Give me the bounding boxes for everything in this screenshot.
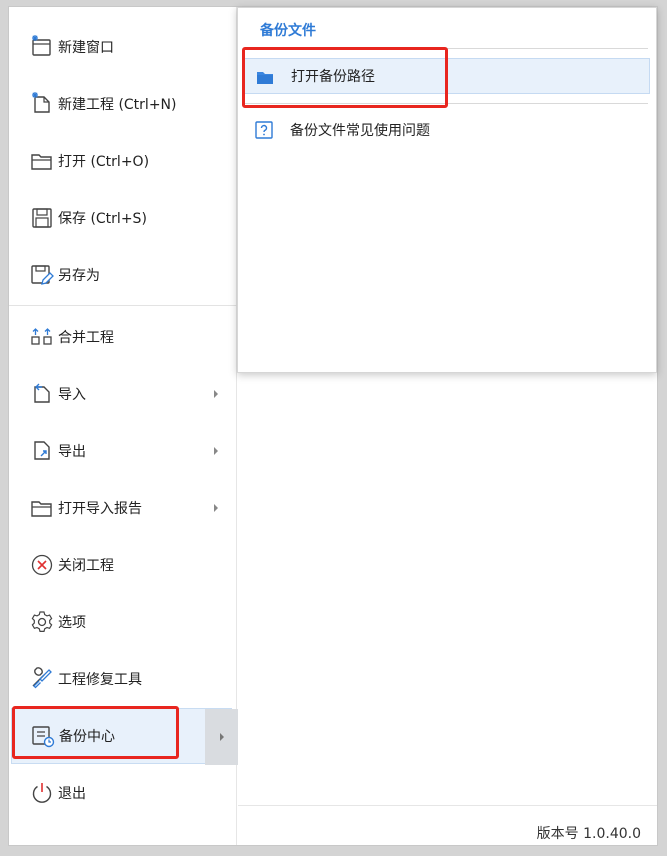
open-report-icon bbox=[29, 495, 55, 521]
menu-item-label: 保存 (Ctrl+S) bbox=[58, 211, 147, 227]
menu-item-label: 关闭工程 bbox=[58, 558, 114, 574]
menu-item-import[interactable]: 导入 bbox=[9, 371, 237, 417]
menu-item-options[interactable]: 选项 bbox=[9, 599, 237, 645]
gear-icon bbox=[29, 609, 55, 635]
menu-item-open-import-report[interactable]: 打开导入报告 bbox=[9, 485, 237, 531]
open-folder-icon bbox=[29, 148, 55, 174]
submenu-expand-button[interactable] bbox=[205, 709, 238, 765]
file-menu: 新建窗口 新建工程 (Ctrl+N) 打开 (Ctrl+O) 保存 (Ctrl+… bbox=[9, 7, 238, 845]
menu-item-label: 工程修复工具 bbox=[58, 672, 142, 688]
submenu-divider bbox=[244, 103, 648, 104]
merge-icon bbox=[29, 324, 55, 350]
version-label: 版本号 1.0.40.0 bbox=[536, 826, 641, 842]
footer-divider bbox=[238, 805, 657, 806]
menu-item-label: 退出 bbox=[58, 786, 86, 802]
new-project-icon bbox=[29, 91, 55, 117]
menu-item-label: 备份中心 bbox=[59, 729, 115, 745]
chevron-right-icon bbox=[209, 444, 223, 458]
menu-item-new-window[interactable]: 新建窗口 bbox=[9, 24, 237, 70]
menu-item-export[interactable]: 导出 bbox=[9, 428, 237, 474]
menu-item-backup-center[interactable]: 备份中心 bbox=[11, 708, 238, 765]
submenu-item-label: 打开备份路径 bbox=[291, 69, 375, 85]
export-icon bbox=[29, 438, 55, 464]
close-circle-icon bbox=[29, 552, 55, 578]
menu-item-label: 导入 bbox=[58, 387, 86, 403]
menu-item-label: 新建窗口 bbox=[58, 40, 114, 56]
menu-item-label: 导出 bbox=[58, 444, 86, 460]
backup-center-icon bbox=[30, 723, 56, 749]
chevron-right-icon bbox=[209, 501, 223, 515]
submenu-item-label: 备份文件常见使用问题 bbox=[290, 123, 430, 139]
menu-item-save-as[interactable]: 另存为 bbox=[9, 252, 237, 298]
chevron-right-icon bbox=[219, 733, 224, 741]
menu-item-merge-project[interactable]: 合并工程 bbox=[9, 314, 237, 360]
menu-item-new-project[interactable]: 新建工程 (Ctrl+N) bbox=[9, 81, 237, 127]
folder-open-icon bbox=[255, 67, 275, 87]
menu-item-label: 新建工程 (Ctrl+N) bbox=[58, 97, 177, 113]
save-icon bbox=[29, 205, 55, 231]
new-window-icon bbox=[29, 34, 55, 60]
submenu-item-open-backup-path[interactable]: 打开备份路径 bbox=[242, 58, 650, 94]
menu-item-open[interactable]: 打开 (Ctrl+O) bbox=[9, 138, 237, 184]
submenu-divider bbox=[244, 48, 648, 49]
menu-item-repair-tools[interactable]: 工程修复工具 bbox=[9, 656, 237, 702]
power-icon bbox=[29, 780, 55, 806]
menu-item-label: 合并工程 bbox=[58, 330, 114, 346]
chevron-right-icon bbox=[209, 387, 223, 401]
menu-item-label: 选项 bbox=[58, 615, 86, 631]
menu-item-save[interactable]: 保存 (Ctrl+S) bbox=[9, 195, 237, 241]
menu-item-label: 打开 (Ctrl+O) bbox=[58, 154, 150, 170]
save-as-icon bbox=[29, 262, 55, 288]
menu-item-label: 另存为 bbox=[58, 268, 100, 284]
backup-submenu: 备份文件 打开备份路径 备份文件常见使用问题 bbox=[237, 7, 657, 373]
menu-divider bbox=[9, 305, 237, 306]
menu-item-close-project[interactable]: 关闭工程 bbox=[9, 542, 237, 588]
submenu-item-backup-faq[interactable]: 备份文件常见使用问题 bbox=[242, 112, 650, 148]
repair-tools-icon bbox=[29, 666, 55, 692]
import-icon bbox=[29, 381, 55, 407]
application-window: 新建窗口 新建工程 (Ctrl+N) 打开 (Ctrl+O) 保存 (Ctrl+… bbox=[8, 6, 658, 846]
menu-item-exit[interactable]: 退出 bbox=[9, 770, 237, 816]
menu-item-label: 打开导入报告 bbox=[58, 501, 142, 517]
help-icon bbox=[254, 120, 274, 140]
submenu-title: 备份文件 bbox=[260, 23, 316, 39]
